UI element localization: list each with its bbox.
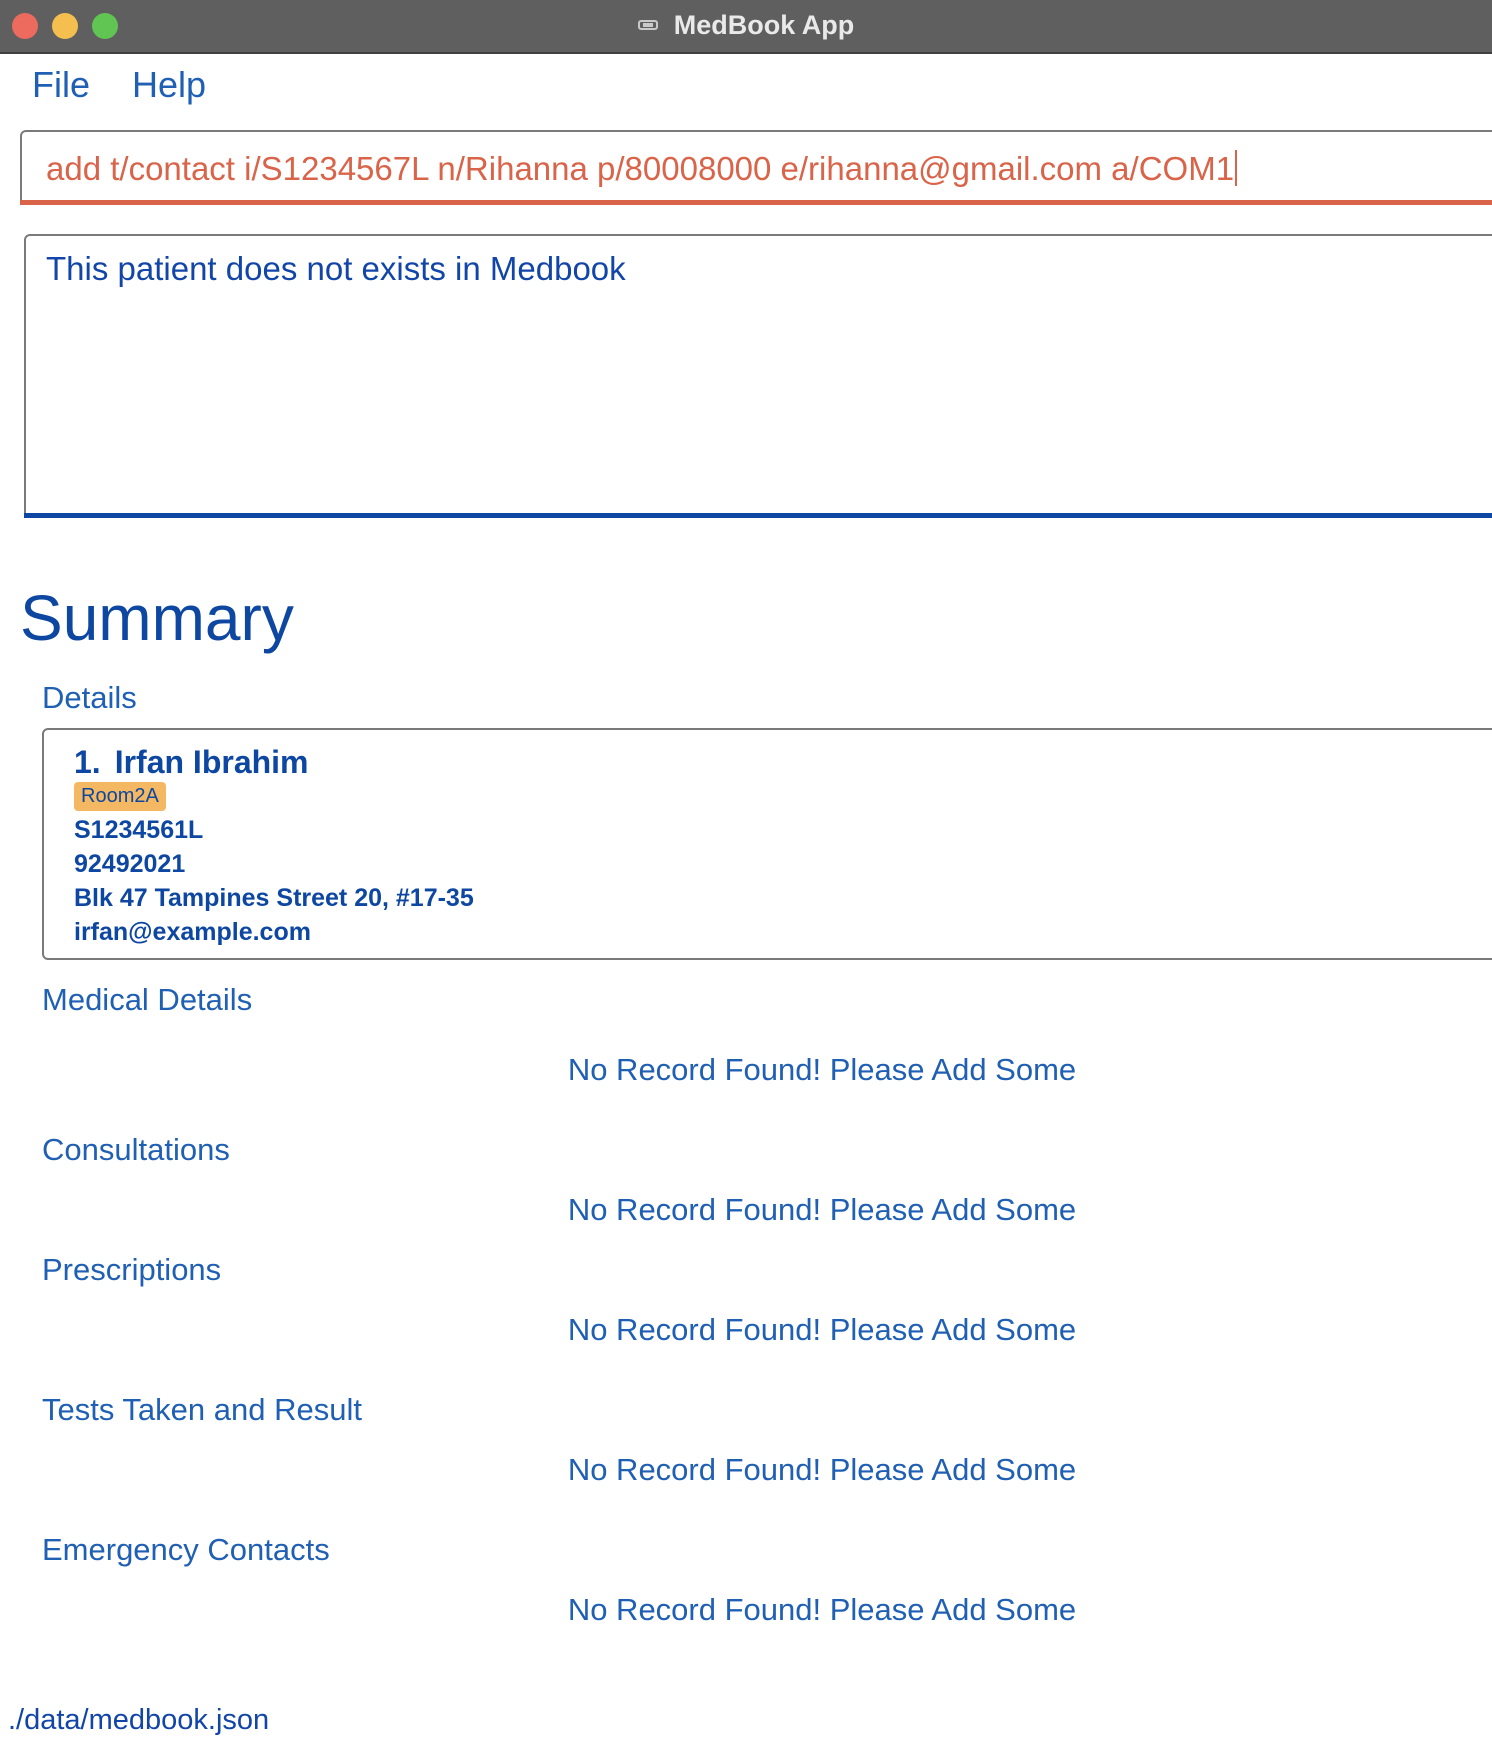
section-heading-tests: Tests Taken and Result <box>42 1392 362 1427</box>
result-display[interactable]: This patient does not exists in Medbook <box>24 234 1492 516</box>
no-record-tests: No Record Found! Please Add Some <box>567 1452 1077 1487</box>
patient-name: Irfan Ibrahim <box>114 744 309 780</box>
title-bar: MedBook App <box>0 0 1492 54</box>
result-message: This patient does not exists in Medbook <box>46 250 626 287</box>
command-input[interactable]: add t/contact i/S1234567L n/Rihanna p/80… <box>20 130 1492 205</box>
patient-index: 1. <box>74 744 101 780</box>
window-title: MedBook App <box>673 9 855 40</box>
details-heading: Details <box>42 680 137 715</box>
command-input-underline <box>20 200 1492 205</box>
app-window: MedBook App File Help add t/contact i/S1… <box>0 0 1492 1748</box>
no-record-consultations: No Record Found! Please Add Some <box>567 1192 1077 1227</box>
menu-help[interactable]: Help <box>132 64 206 106</box>
no-record-medical-details: No Record Found! Please Add Some <box>567 1052 1077 1087</box>
no-record-prescriptions: No Record Found! Please Add Some <box>567 1312 1077 1347</box>
patient-tag: Room2A <box>74 782 166 811</box>
text-caret <box>1235 150 1238 186</box>
section-heading-prescriptions: Prescriptions <box>42 1252 222 1287</box>
patient-email: irfan@example.com <box>74 918 311 946</box>
patient-phone: 92492021 <box>74 850 186 878</box>
menu-file[interactable]: File <box>32 64 90 106</box>
medbook-app-icon <box>637 18 660 32</box>
section-heading-consultations: Consultations <box>42 1132 230 1167</box>
command-input-text: add t/contact i/S1234567L n/Rihanna p/80… <box>46 150 1238 188</box>
menu-bar: File Help <box>0 54 1492 116</box>
result-display-underline <box>24 513 1492 518</box>
window-title-wrap: MedBook App <box>0 0 1492 50</box>
patient-card[interactable]: 1. Irfan Ibrahim Room2A S1234561L 9249202… <box>42 728 1492 960</box>
patient-name-line: 1. Irfan Ibrahim <box>74 744 309 781</box>
summary-title: Summary <box>20 582 294 654</box>
patient-nric: S1234561L <box>74 816 204 844</box>
status-bar-file-path: ./data/medbook.json <box>8 1704 270 1736</box>
command-input-value: add t/contact i/S1234567L n/Rihanna p/80… <box>46 150 1235 187</box>
section-heading-emergency-contacts: Emergency Contacts <box>42 1532 330 1567</box>
patient-address: Blk 47 Tampines Street 20, #17-35 <box>74 884 474 912</box>
no-record-emergency-contacts: No Record Found! Please Add Some <box>567 1592 1077 1627</box>
section-heading-medical-details: Medical Details <box>42 982 253 1017</box>
